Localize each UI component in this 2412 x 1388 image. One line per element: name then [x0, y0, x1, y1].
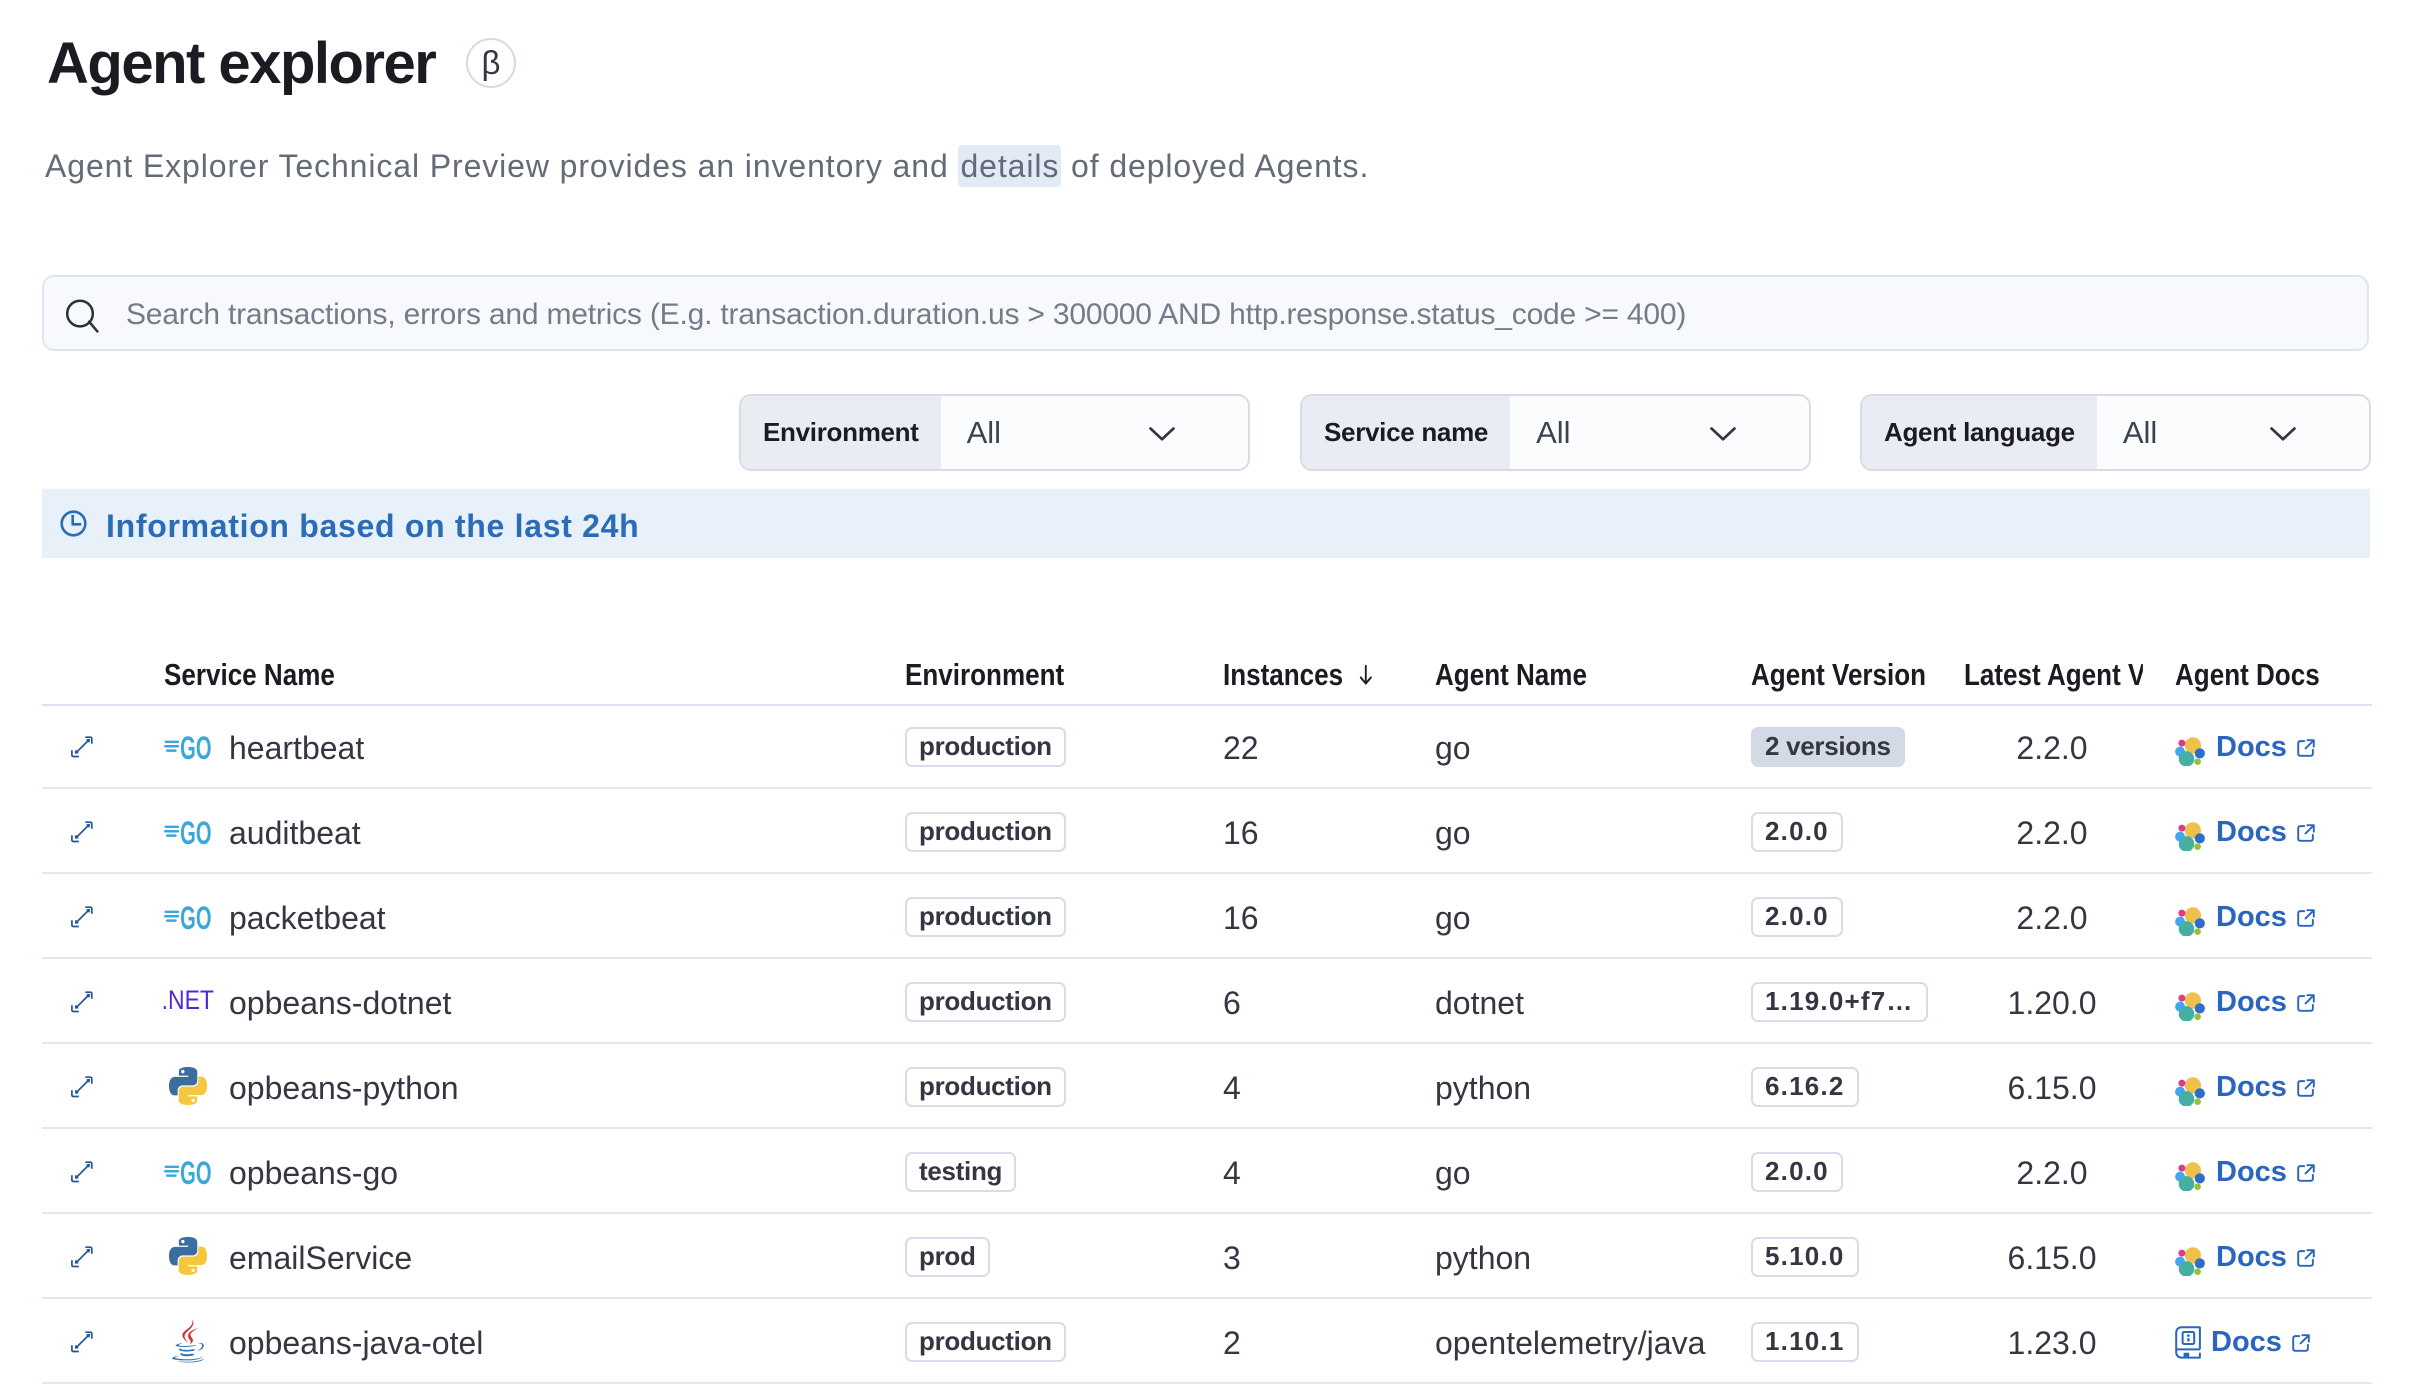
svg-text:GO: GO — [180, 816, 211, 846]
svg-text:GO: GO — [180, 901, 211, 931]
svg-text:GO: GO — [180, 1156, 211, 1186]
svg-text:GO: GO — [180, 731, 211, 761]
